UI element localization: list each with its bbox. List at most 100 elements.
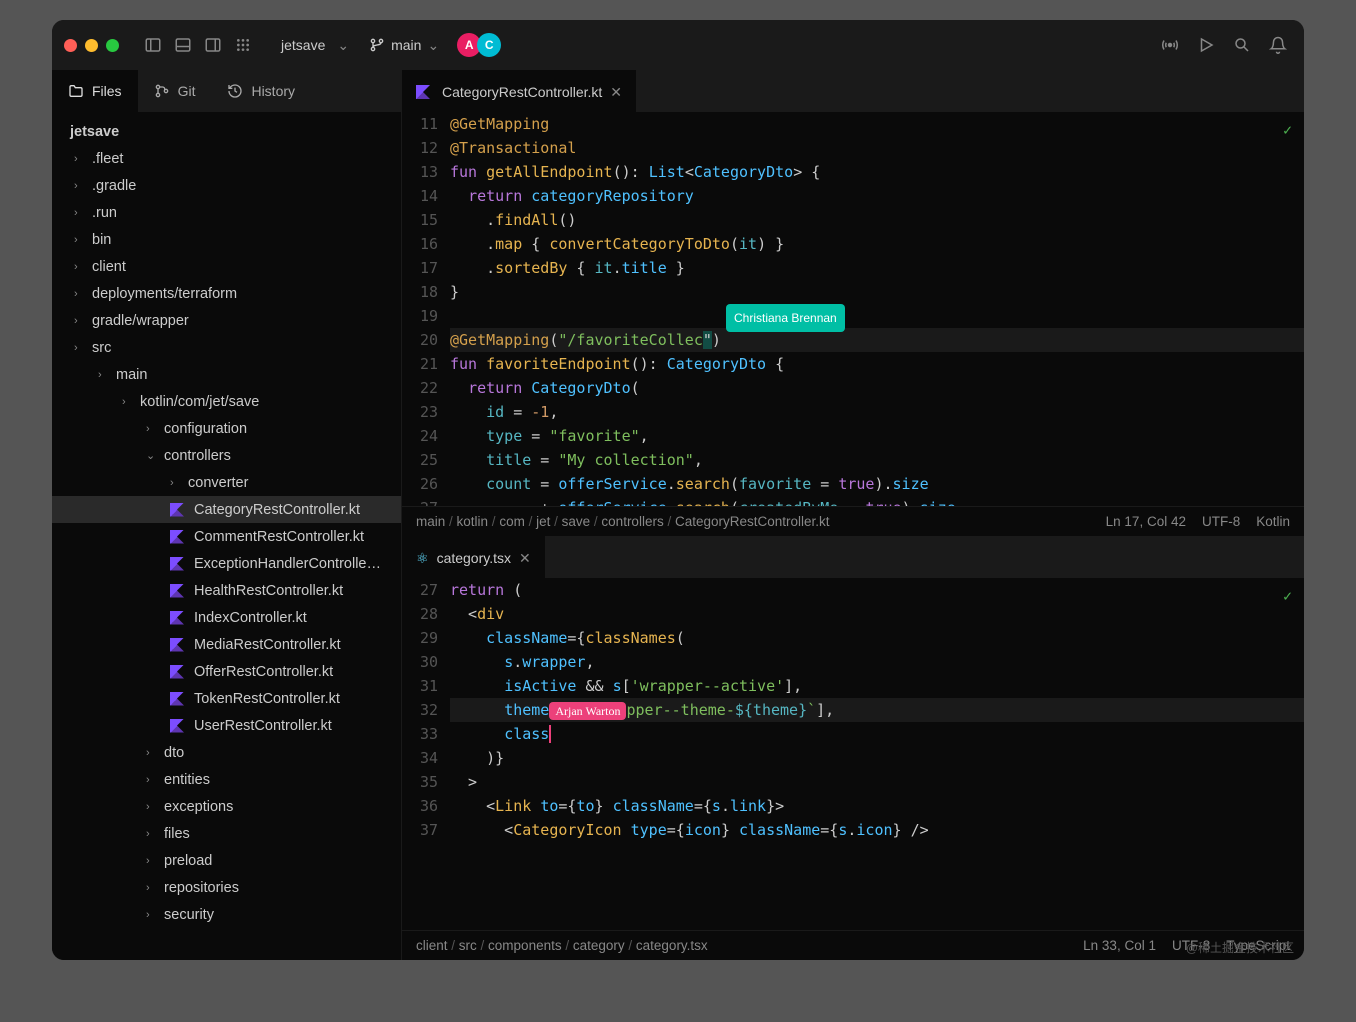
chevron-icon: › [74,234,86,246]
kotlin-file-icon [170,719,184,733]
chevron-icon: ⌄ [146,449,158,462]
editor-tabs: ⚛ category.tsx ✕ [402,536,1304,578]
chevron-icon: › [146,423,158,435]
tree-item[interactable]: MediaRestController.kt [52,631,401,658]
tree-item[interactable]: ›preload [52,847,401,874]
tree-item[interactable]: ›repositories [52,874,401,901]
tree-item[interactable]: ›.run [52,199,401,226]
project-name[interactable]: jetsave [281,37,325,53]
chevron-icon: › [74,315,86,327]
bell-icon[interactable] [1264,31,1292,59]
chevron-icon: › [146,747,158,759]
chevron-icon: › [146,774,158,786]
tree-item[interactable]: ⌄controllers [52,442,401,469]
branch-icon [369,37,385,53]
tree-item[interactable]: OfferRestController.kt [52,658,401,685]
file-tree[interactable]: jetsave ›.fleet›.gradle›.run›bin›client›… [52,112,401,960]
close-icon[interactable]: ✕ [519,550,531,567]
chevron-icon: › [170,477,182,489]
chevron-icon: › [74,180,86,192]
cursor-position[interactable]: Ln 33, Col 1 [1083,938,1156,953]
react-file-icon: ⚛ [416,550,429,567]
chevron-icon: › [74,207,86,219]
tree-item[interactable]: ExceptionHandlerControlle… [52,550,401,577]
code-editor[interactable]: 1112131415161718192021222324252627 @GetM… [402,112,1304,506]
editor-pane-top: CategoryRestController.kt ✕ 111213141516… [402,70,1304,536]
breadcrumbs[interactable]: clientsrccomponentscategorycategory.tsx [416,938,708,953]
editor-tab[interactable]: CategoryRestController.kt ✕ [402,70,636,112]
run-icon[interactable] [1192,31,1220,59]
kotlin-file-icon [170,611,184,625]
watermark: @稀土掘金技术社区 [1186,939,1294,956]
titlebar: jetsave ⌄ main ⌄ A C [52,20,1304,70]
maximize-window-button[interactable] [106,39,119,52]
tree-item[interactable]: ›.fleet [52,145,401,172]
chevron-icon: › [74,342,86,354]
tree-item[interactable]: CommentRestController.kt [52,523,401,550]
chevron-icon: › [146,855,158,867]
tree-item[interactable]: ›client [52,253,401,280]
kotlin-file-icon [170,557,184,571]
broadcast-icon[interactable] [1156,31,1184,59]
tree-item[interactable]: ›entities [52,766,401,793]
window-controls [64,39,119,52]
close-icon[interactable]: ✕ [610,84,622,101]
sidebar-tab-git[interactable]: Git [138,70,212,112]
breadcrumbs[interactable]: mainkotlincomjetsavecontrollersCategoryR… [416,514,830,529]
sidebar-tab-history[interactable]: History [211,70,311,112]
chevron-icon: › [98,369,110,381]
tree-item[interactable]: ›dto [52,739,401,766]
cursor-position[interactable]: Ln 17, Col 42 [1106,514,1186,529]
panel-bottom-icon[interactable] [169,31,197,59]
branch-name: main [391,37,421,53]
tree-item[interactable]: ›configuration [52,415,401,442]
tree-item[interactable]: ›.gradle [52,172,401,199]
check-icon: ✓ [1283,584,1292,608]
chevron-icon: › [146,828,158,840]
tree-item[interactable]: ›exceptions [52,793,401,820]
avatar[interactable]: C [477,33,501,57]
folder-icon [68,83,84,99]
tree-item[interactable]: ›bin [52,226,401,253]
kotlin-file-icon [170,638,184,652]
tree-item[interactable]: ›gradle/wrapper [52,307,401,334]
editor-pane-bottom: ⚛ category.tsx ✕ 2728293031323334353637 … [402,536,1304,960]
grid-icon[interactable] [229,31,257,59]
editor-tab[interactable]: ⚛ category.tsx ✕ [402,536,545,578]
tree-item[interactable]: ›main [52,361,401,388]
tree-item[interactable]: IndexController.kt [52,604,401,631]
search-icon[interactable] [1228,31,1256,59]
tree-item[interactable]: ›kotlin/com/jet/save [52,388,401,415]
kotlin-file-icon [170,665,184,679]
sidebar-tab-files[interactable]: Files [52,70,138,112]
language-mode[interactable]: Kotlin [1256,514,1290,529]
tree-item[interactable]: ›files [52,820,401,847]
collab-cursor-label: Christiana Brennan [726,304,845,332]
chevron-down-icon[interactable]: ⌄ [337,37,349,54]
chevron-icon: › [74,288,86,300]
tree-item[interactable]: HealthRestController.kt [52,577,401,604]
kotlin-file-icon [170,692,184,706]
minimize-window-button[interactable] [85,39,98,52]
sidebar: Files Git History jetsave ›.fleet›.gradl… [52,70,402,960]
collaborator-avatars[interactable]: A C [461,33,501,57]
tree-item[interactable]: UserRestController.kt [52,712,401,739]
tree-item[interactable]: ›src [52,334,401,361]
tree-item[interactable]: ›deployments/terraform [52,280,401,307]
git-icon [154,83,170,99]
code-editor[interactable]: 2728293031323334353637 return ( <div cla… [402,578,1304,930]
tree-item[interactable]: TokenRestController.kt [52,685,401,712]
chevron-icon: › [74,261,86,273]
tree-item[interactable]: CategoryRestController.kt [52,496,401,523]
ide-window: jetsave ⌄ main ⌄ A C Files [52,20,1304,960]
panel-right-icon[interactable] [199,31,227,59]
tree-item[interactable]: ›security [52,901,401,928]
project-root[interactable]: jetsave [52,118,401,145]
sidebar-tabs: Files Git History [52,70,401,112]
kotlin-file-icon [416,85,430,99]
tree-item[interactable]: ›converter [52,469,401,496]
git-branch-selector[interactable]: main ⌄ [369,37,439,54]
encoding[interactable]: UTF-8 [1202,514,1240,529]
panel-left-icon[interactable] [139,31,167,59]
close-window-button[interactable] [64,39,77,52]
